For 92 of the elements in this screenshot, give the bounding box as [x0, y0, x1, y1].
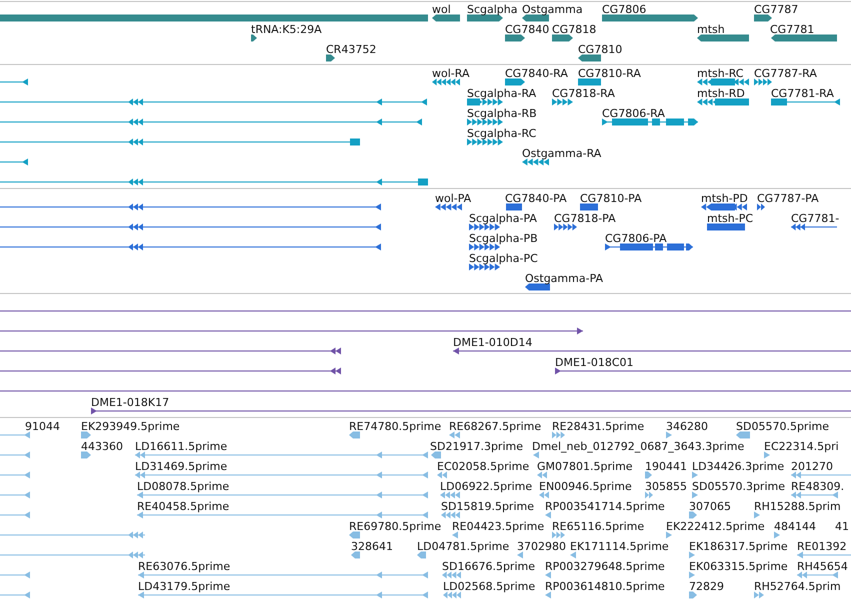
feature-label: CG7781	[770, 24, 814, 36]
feature-label: RE04423.5prime	[452, 521, 544, 533]
feature-label: LD06922.5prime	[440, 481, 532, 493]
feature-label: EN00946.5prime	[539, 481, 632, 493]
feature-label: LD08078.5prime	[137, 481, 230, 493]
feature-label: CG7840-RA	[505, 68, 568, 80]
feature-label: 41	[835, 521, 849, 533]
feature-label: Ostgamma-RA	[522, 148, 602, 160]
feature-label: CG7781-	[791, 213, 840, 225]
feature-label: mtsh-PC	[707, 213, 754, 225]
feature-label: CG7781-RA	[771, 88, 834, 100]
feature-label: CG7818	[552, 24, 596, 36]
feature-label: EK171114.5prime	[570, 541, 669, 553]
feature-label: tRNA:K5:29A	[251, 24, 322, 36]
feature-label: CG7806-RA	[602, 108, 665, 120]
feature-label: LD34426.3prime	[692, 461, 784, 473]
feature-label: RH52764.5prim	[754, 581, 841, 593]
feature-label: RE28431.5prime	[552, 421, 644, 433]
feature-label: LD43179.5prime	[138, 581, 230, 593]
feature-label: EK186317.5prime	[689, 541, 788, 553]
feature-label: Scgalpha-RB	[467, 108, 537, 120]
feature-label: mtsh-RC	[697, 68, 744, 80]
feature-label: EK063315.5prime	[689, 561, 788, 573]
feature-label: RH15288.5prim	[754, 501, 841, 513]
feature-label: SD16676.5prime	[442, 561, 535, 573]
feature-label: CG7787	[754, 4, 798, 16]
feature-label: 72829	[689, 581, 724, 593]
feature-label: RP003279648.5prime	[545, 561, 665, 573]
feature-label: LD04781.5prime	[417, 541, 510, 553]
feature-label: SD05570.3prime	[692, 481, 785, 493]
feature-label: 328641	[351, 541, 393, 553]
feature-label: Dmel_neb_012792_0687_3643.3prime	[532, 441, 744, 453]
feature-label: Scgalpha-PA	[469, 213, 537, 225]
feature-label: GM07801.5prime	[537, 461, 633, 473]
feature-label: RE63076.5prime	[138, 561, 230, 573]
feature-label: DME1-010D14	[453, 337, 532, 349]
feature-label: LD16611.5prime	[135, 441, 228, 453]
feature-label: 3702980	[517, 541, 566, 553]
feature-label: 190441	[645, 461, 687, 473]
feature-label: RP003541714.5prime	[545, 501, 665, 513]
feature-label: Scgalpha-RC	[467, 128, 536, 140]
feature-label: CG7840	[505, 24, 550, 36]
feature-label: wol-RA	[432, 68, 470, 80]
feature-label: EC22314.5pri	[764, 441, 839, 453]
feature-label: Ostgamma-PA	[525, 273, 604, 285]
feature-label: RH45654	[797, 561, 848, 573]
feature-label: mtsh	[697, 24, 725, 36]
feature-label: 443360	[81, 441, 123, 453]
feature-label: 346280	[666, 421, 708, 433]
feature-label: CR43752	[326, 44, 376, 56]
feature-label: CG7806-PA	[605, 233, 667, 245]
feature-label: CG7840-PA	[505, 193, 567, 205]
feature-label: CG7818-PA	[554, 213, 616, 225]
feature-label: EK222412.5prime	[666, 521, 765, 533]
feature-label: SD15819.5prime	[441, 501, 534, 513]
feature-label: RE69780.5prime	[349, 521, 442, 533]
feature-label: 484144	[774, 521, 816, 533]
feature-label: RP003614810.5prime	[545, 581, 665, 593]
feature-label: RE01392	[797, 541, 847, 553]
feature-label: Scgalpha-PC	[469, 253, 538, 265]
feature-label: CG7810-PA	[580, 193, 642, 205]
feature-label: mtsh-PD	[701, 193, 748, 205]
feature-label: wol-PA	[435, 193, 472, 205]
feature-label: RE48309.	[791, 481, 844, 493]
feature-label: EK293949.5prime	[81, 421, 180, 433]
feature-label: SD05570.5prime	[736, 421, 829, 433]
feature-label: LD31469.5prime	[135, 461, 228, 473]
feature-label: 305855	[645, 481, 687, 493]
feature-label: RE65116.5prime	[552, 521, 644, 533]
feature-label: Scgalpha	[467, 4, 518, 16]
feature-label: LD02568.5prime	[443, 581, 536, 593]
feature-label: mtsh-RD	[697, 88, 745, 100]
feature-label: EC02058.5prime	[437, 461, 530, 473]
feature-label: 201270	[791, 461, 833, 473]
feature-label: DME1-018K17	[91, 397, 170, 409]
feature-label: RE40458.5prime	[137, 501, 230, 513]
feature-label: Scgalpha-PB	[469, 233, 538, 245]
feature-label: CG7787-PA	[757, 193, 819, 205]
feature-label: RE68267.5prime	[449, 421, 542, 433]
feature-label: RE74780.5prime	[349, 421, 442, 433]
feature-label: DME1-018C01	[555, 357, 634, 369]
feature-label: CG7818-RA	[552, 88, 615, 100]
feature-label: CG7806	[602, 4, 646, 16]
feature-label: 91044	[25, 421, 60, 433]
feature-label: 307065	[689, 501, 731, 513]
feature-label: SD21917.3prime	[430, 441, 523, 453]
feature-label: CG7787-RA	[754, 68, 817, 80]
feature-label: CG7810-RA	[578, 68, 641, 80]
feature-label: Scgalpha-RA	[467, 88, 536, 100]
feature-label: wol	[432, 4, 451, 16]
feature-label: Ostgamma	[522, 4, 583, 16]
feature-label: CG7810	[578, 44, 622, 56]
